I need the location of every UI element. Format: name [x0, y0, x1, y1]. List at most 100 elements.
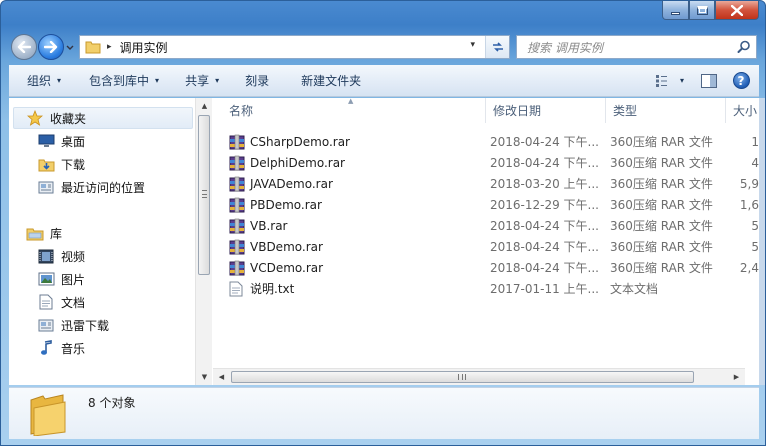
help-icon: ?	[732, 72, 750, 89]
file-row[interactable]: VB.rar 2018-04-24 下午... 360压缩 RAR 文件 5	[213, 215, 759, 236]
text-document-icon	[229, 281, 245, 297]
file-type-cell: 360压缩 RAR 文件	[610, 219, 713, 233]
sort-ascending-icon: ▲	[348, 98, 354, 105]
share-menu[interactable]: 共享 ▾	[176, 65, 228, 96]
minimize-button[interactable]	[662, 1, 689, 20]
download-folder-icon	[37, 156, 55, 172]
refresh-button[interactable]	[485, 36, 509, 58]
nav-item-documents[interactable]: 文档	[37, 291, 85, 313]
column-header-size[interactable]: 大小	[726, 98, 759, 123]
scroll-thumb[interactable]	[198, 115, 210, 275]
forward-button[interactable]	[38, 34, 64, 60]
nav-favorites[interactable]: 收藏夹	[13, 107, 193, 129]
address-bar[interactable]: ▸ 调用实例 ▾	[79, 35, 510, 59]
scroll-down-button[interactable]: ▼	[196, 369, 213, 385]
search-input[interactable]: 搜索 调用实例	[527, 39, 603, 56]
burn-button[interactable]: 刻录	[236, 65, 278, 96]
column-header-label: 名称	[229, 104, 254, 118]
file-list: 名称 ▲ 修改日期 类型 大小 CSharpDemo.rar 2018-04-24…	[213, 98, 759, 385]
file-row[interactable]: JAVADemo.rar 2018-03-20 上午... 360压缩 RAR 文件…	[213, 173, 759, 194]
close-button[interactable]	[715, 1, 759, 20]
file-list-vertical-scrollbar[interactable]	[759, 98, 765, 385]
file-row[interactable]: PBDemo.rar 2016-12-29 下午... 360压缩 RAR 文件 1,…	[213, 194, 759, 215]
item-count: 8 个对象	[88, 396, 136, 410]
details-pane: 8 个对象	[9, 387, 759, 439]
close-icon	[731, 4, 743, 16]
file-row[interactable]: 说明.txt 2017-01-11 上午... 文本文档	[213, 278, 759, 299]
file-name: 说明.txt	[250, 282, 295, 296]
preview-pane-icon	[701, 73, 717, 88]
file-row[interactable]: VBDemo.rar 2018-04-24 下午... 360压缩 RAR 文件 5	[213, 236, 759, 257]
back-button[interactable]	[11, 34, 37, 60]
maximize-button[interactable]	[689, 1, 715, 20]
column-header-type[interactable]: 类型	[606, 98, 726, 123]
grip-icon	[458, 374, 466, 380]
breadcrumb-separator[interactable]: ▸	[107, 42, 112, 52]
file-name-cell[interactable]: CSharpDemo.rar	[213, 134, 483, 150]
rar-archive-icon	[229, 176, 245, 192]
search-icon[interactable]	[737, 40, 751, 54]
file-name-cell[interactable]: DelphiDemo.rar	[213, 155, 483, 171]
file-size-cell: 4	[751, 155, 759, 170]
organize-menu[interactable]: 组织 ▾	[9, 65, 70, 96]
nav-libraries[interactable]: 库	[26, 222, 62, 244]
address-history-dropdown[interactable]: ▾	[470, 40, 475, 50]
include-in-library-menu[interactable]: 包含到库中 ▾	[80, 65, 168, 96]
share-label: 共享	[185, 74, 210, 88]
search-box[interactable]: 搜索 调用实例	[516, 35, 757, 59]
horizontal-scrollbar[interactable]: ◀ ▶	[213, 368, 745, 385]
chevron-down-icon: ▾	[155, 76, 160, 85]
music-note-icon	[37, 340, 55, 356]
change-view-button[interactable]: ▾	[649, 70, 691, 92]
preview-pane-button[interactable]	[695, 70, 723, 92]
chevron-down-icon: ▾	[57, 76, 62, 85]
breadcrumb-segment[interactable]: 调用实例	[120, 39, 168, 56]
file-size-cell: 1,6	[739, 197, 759, 212]
horizontal-scroll-thumb[interactable]	[231, 371, 694, 383]
file-name: PBDemo.rar	[250, 197, 322, 212]
file-size-cell: 5	[751, 218, 759, 233]
file-type-cell: 360压缩 RAR 文件	[610, 177, 713, 191]
file-name: JAVADemo.rar	[250, 176, 333, 191]
file-date-cell: 2018-04-24 下午...	[490, 156, 599, 170]
recent-pages-button[interactable]	[65, 42, 77, 54]
scroll-up-button[interactable]: ▲	[196, 98, 213, 114]
file-name-cell[interactable]: VB.rar	[213, 218, 483, 234]
scroll-left-button[interactable]: ◀	[213, 369, 230, 385]
nav-item-music[interactable]: 音乐	[37, 337, 85, 359]
burn-label: 刻录	[245, 74, 270, 88]
nav-item-downloads[interactable]: 下载	[37, 153, 85, 175]
content-area: 收藏夹 桌面 下载 最近访问的位置 库 视频 图片 文档 迅雷下载 音乐 ▲ ▼…	[9, 98, 759, 385]
file-name-cell[interactable]: JAVADemo.rar	[213, 176, 483, 192]
navigation-pane-scrollbar[interactable]: ▲ ▼	[195, 98, 212, 385]
nav-item-label: 桌面	[61, 134, 86, 149]
file-row[interactable]: CSharpDemo.rar 2018-04-24 下午... 360压缩 RAR …	[213, 131, 759, 152]
file-type-cell: 360压缩 RAR 文件	[610, 135, 713, 149]
file-date-cell: 2018-04-24 下午...	[490, 261, 599, 275]
navigation-pane: 收藏夹 桌面 下载 最近访问的位置 库 视频 图片 文档 迅雷下载 音乐	[9, 98, 194, 385]
nav-item-desktop[interactable]: 桌面	[37, 130, 85, 152]
chevron-down-icon	[66, 45, 74, 50]
nav-item-xunlei-downloads[interactable]: 迅雷下载	[37, 314, 109, 336]
column-header-name[interactable]: 名称 ▲	[213, 98, 486, 123]
file-name-cell[interactable]: VCDemo.rar	[213, 260, 483, 276]
scroll-right-button[interactable]: ▶	[728, 369, 745, 385]
file-name-cell[interactable]: 说明.txt	[213, 280, 483, 297]
column-header-date[interactable]: 修改日期	[486, 98, 606, 123]
file-name-cell[interactable]: VBDemo.rar	[213, 239, 483, 255]
explorer-window: ▸ 调用实例 ▾ 搜索 调用实例 组织 ▾ 包含到库中 ▾ 共享 ▾ 刻录 新建…	[0, 0, 766, 446]
nav-item-label: 迅雷下载	[61, 318, 110, 333]
rar-archive-icon	[229, 134, 245, 150]
file-name-cell[interactable]: PBDemo.rar	[213, 197, 483, 213]
nav-item-recent-places[interactable]: 最近访问的位置	[37, 176, 145, 198]
help-button[interactable]: ?	[727, 70, 755, 92]
file-size-cell: 1	[751, 134, 759, 149]
nav-item-pictures[interactable]: 图片	[37, 268, 85, 290]
rar-archive-icon	[229, 218, 245, 234]
column-header-label: 类型	[613, 104, 638, 118]
file-row[interactable]: DelphiDemo.rar 2018-04-24 下午... 360压缩 RAR …	[213, 152, 759, 173]
nav-item-videos[interactable]: 视频	[37, 245, 85, 267]
file-row[interactable]: VCDemo.rar 2018-04-24 下午... 360压缩 RAR 文件 2,…	[213, 257, 759, 278]
new-folder-button[interactable]: 新建文件夹	[292, 65, 370, 96]
column-header-label: 修改日期	[493, 104, 542, 118]
